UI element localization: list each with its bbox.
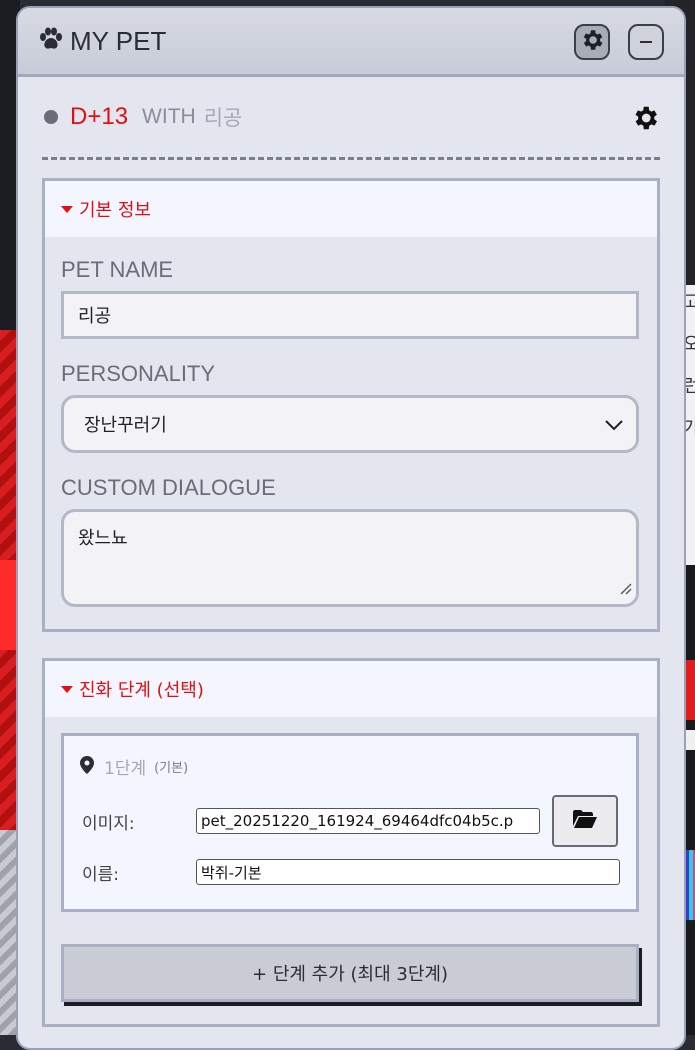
evolution-section: 진화 단계 (선택) 1단계 (기본) 이미지: pet_20251220_16 <box>42 658 660 1027</box>
personality-value: 장난꾸러기 <box>84 415 167 436</box>
evolution-header[interactable]: 진화 단계 (선택) <box>45 661 657 717</box>
dialogue-label: CUSTOM DIALOGUE <box>61 475 276 500</box>
dialogue-value: 왔느뇨 <box>78 528 128 549</box>
stage-tag: (기본) <box>154 761 189 776</box>
image-path-value: pet_20251220_161924_69464dfc04b5c.p <box>201 812 514 830</box>
paw-icon <box>38 27 64 55</box>
status-dot-icon <box>44 110 58 124</box>
dday-counter: D+13 <box>70 103 129 130</box>
browse-image-button[interactable] <box>552 795 618 847</box>
evolution-title: 진화 단계 (선택) <box>79 680 204 701</box>
resize-grip-icon[interactable] <box>618 579 632 600</box>
window-title: MY PET <box>70 25 167 56</box>
personality-select[interactable]: 장난꾸러기 <box>61 395 639 453</box>
minimize-icon <box>640 41 652 43</box>
gear-icon[interactable] <box>630 103 660 137</box>
caret-down-icon <box>61 685 73 693</box>
stage-name: 1단계 <box>104 759 147 779</box>
map-pin-icon <box>80 755 94 778</box>
pet-settings-window: MY PET D+13 WITH 리공 기본 정보 PET NAME 리공 PE… <box>16 6 686 1050</box>
basic-info-section: 기본 정보 PET NAME 리공 PERSONALITY 장난꾸러기 CUST… <box>42 178 660 632</box>
custom-dialogue-textarea[interactable]: 왔느뇨 <box>61 509 639 607</box>
caret-down-icon <box>61 205 73 213</box>
stage-name-input[interactable]: 박쥐-기본 <box>196 859 620 885</box>
stage-name-value: 박쥐-기본 <box>201 863 262 882</box>
folder-open-icon <box>572 809 598 833</box>
status-bar: D+13 WITH 리공 <box>42 77 660 160</box>
chevron-down-icon <box>604 416 624 437</box>
name-label: 이름: <box>82 864 120 885</box>
personality-label: PERSONALITY <box>61 361 216 386</box>
minimize-button[interactable] <box>628 24 664 60</box>
pet-name-label: PET NAME <box>61 257 174 282</box>
basic-info-title: 기본 정보 <box>79 200 151 221</box>
stage-card: 1단계 (기본) 이미지: pet_20251220_161924_69464d… <box>61 733 639 912</box>
title-bar[interactable]: MY PET <box>18 8 684 77</box>
pet-name-input[interactable]: 리공 <box>61 291 639 339</box>
image-label: 이미지: <box>82 813 135 834</box>
basic-info-header[interactable]: 기본 정보 <box>45 181 657 237</box>
with-label: WITH <box>142 105 196 128</box>
settings-button[interactable] <box>574 24 610 60</box>
image-path-input[interactable]: pet_20251220_161924_69464dfc04b5c.p <box>196 808 540 834</box>
pet-name-value: 리공 <box>78 306 112 327</box>
gear-icon <box>579 27 605 57</box>
add-stage-button[interactable]: + 단계 추가 (최대 3단계) <box>61 944 639 1002</box>
status-pet-name: 리공 <box>203 106 243 130</box>
